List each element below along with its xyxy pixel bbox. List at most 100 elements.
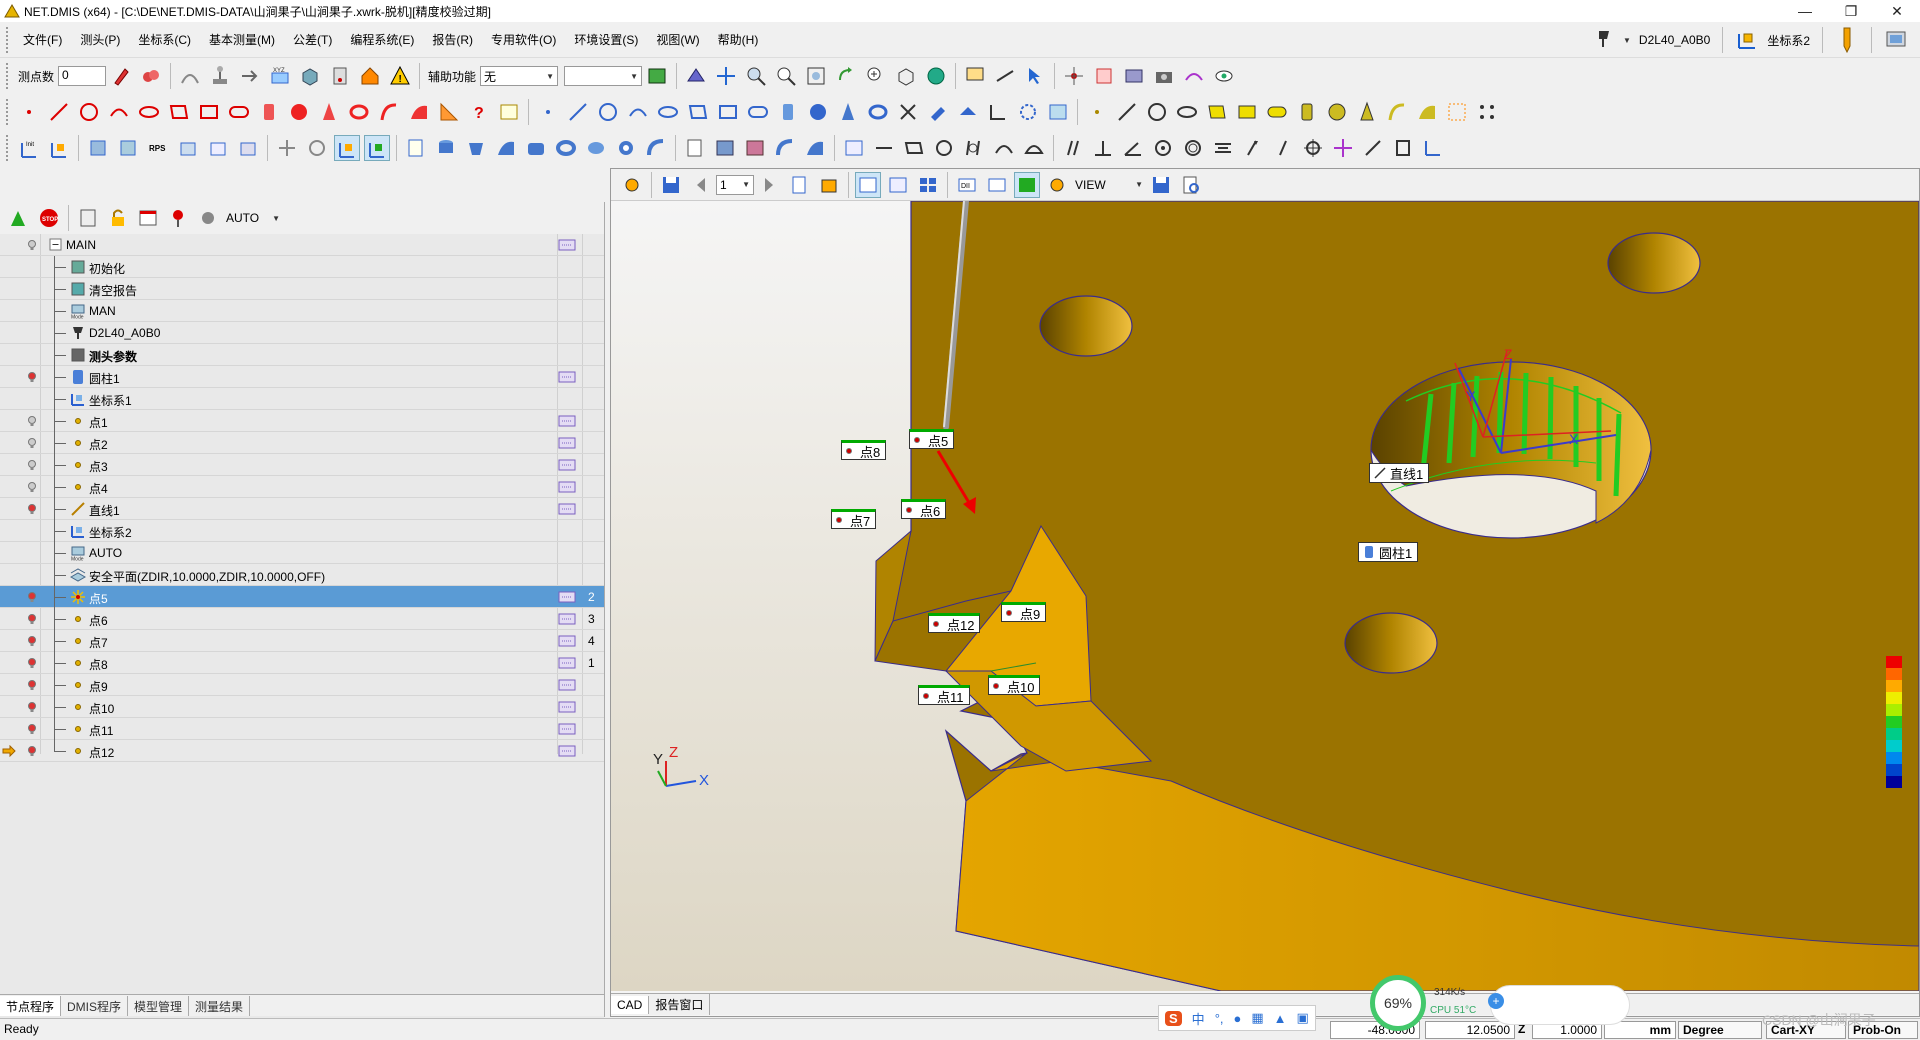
tree-row[interactable]: Mode AUTO [0,542,604,564]
tree-row[interactable]: 坐标系2 [0,520,604,542]
dimension-icon[interactable] [1390,135,1416,161]
report-icon[interactable] [682,135,708,161]
tree-row[interactable]: 测头参数 [0,344,604,366]
breakpoint-bulb-icon[interactable] [25,656,39,670]
lock-icon[interactable] [105,205,131,231]
label-point12[interactable]: 点12 [928,613,981,633]
tab-cad[interactable]: CAD [611,995,650,1014]
simulate-icon[interactable] [1181,63,1207,89]
ime-toolbar[interactable]: S 中 °, ● ▦ ▲ ▣ [1158,1005,1316,1031]
construct-point-icon[interactable] [535,99,561,125]
breakpoint-bulb-icon[interactable] [25,458,39,472]
report-output-icon[interactable] [558,701,576,713]
size-icon[interactable] [1360,135,1386,161]
graphic-report-icon[interactable] [1014,171,1040,198]
cursor-select-icon[interactable] [1022,63,1048,89]
toolbar-grip[interactable] [6,135,10,161]
point-count-input[interactable]: 0 [58,66,107,86]
angularity-icon[interactable] [1120,135,1146,161]
breakpoint-bulb-icon[interactable] [25,744,39,758]
view-layout-icon[interactable] [855,171,881,198]
joystick-icon[interactable] [207,63,233,89]
perpendicularity-icon[interactable] [1090,135,1116,161]
machine-view-icon[interactable] [683,63,709,89]
auto-edge-icon[interactable] [643,135,669,161]
scan-surface-icon[interactable] [802,135,828,161]
cad-sphere-icon[interactable] [1324,99,1350,125]
menu-tolerance[interactable]: 公差(T) [284,30,341,50]
ellipse-feature-icon[interactable] [136,99,162,125]
breakpoint-bulb-icon[interactable] [25,612,39,626]
view-cube-icon[interactable] [893,63,919,89]
window-icon[interactable] [135,205,161,231]
menu-coord[interactable]: 坐标系(C) [129,30,200,50]
construct-sphere-icon[interactable] [805,99,831,125]
stop-icon[interactable]: STOP [36,205,62,231]
construct-intersect-icon[interactable] [895,99,921,125]
report-output-icon[interactable] [558,613,576,625]
program-list-icon[interactable] [75,205,101,231]
csys-list-icon[interactable] [364,135,390,161]
coaxiality-icon[interactable] [1180,135,1206,161]
breakpoint-bulb-icon[interactable] [25,238,39,252]
toolbar-grip[interactable] [6,99,10,125]
breakpoint-bulb-icon[interactable] [25,700,39,714]
tree-row[interactable]: 点3 [0,454,604,476]
circle-feature-icon[interactable] [76,99,102,125]
probe-select-icon[interactable] [1595,29,1613,51]
menu-report[interactable]: 报告(R) [423,30,482,50]
page-select[interactable]: 1 ▼ [716,174,754,195]
rectangle-feature-icon[interactable] [196,99,222,125]
measure-mode-icon[interactable] [644,63,670,89]
secondary-select[interactable]: ▼ [564,66,643,86]
zoom-in-icon[interactable] [863,63,889,89]
slot-feature-icon[interactable] [226,99,252,125]
cad-ellipse-icon[interactable] [1174,99,1200,125]
report-output-icon[interactable] [558,723,576,735]
construct-slot-icon[interactable] [745,99,771,125]
viewport-settings-icon[interactable] [619,172,645,198]
hole-3[interactable] [1344,612,1438,674]
profile-surface-icon[interactable] [1021,135,1047,161]
tree-row[interactable]: 点11 [0,718,604,740]
tree-row[interactable]: MAIN [0,234,604,256]
label-point10[interactable]: 点10 [988,675,1041,695]
construct-best-fit-icon[interactable] [1015,99,1041,125]
plane-feature-icon[interactable] [166,99,192,125]
label-point7[interactable]: 点7 [831,509,877,529]
rps-icon[interactable]: RPS [145,135,171,161]
report-output-icon[interactable] [558,437,576,449]
tree-row[interactable]: 点12 [0,740,604,762]
system-monitor-widget[interactable]: 69% 314K/s CPU 51°C + [1370,975,1630,1037]
move-to-icon[interactable] [237,63,263,89]
total-runout-icon[interactable] [1270,135,1296,161]
tree-row[interactable]: 圆柱1 [0,366,604,388]
tree-row[interactable]: D2L40_A0B0 [0,322,604,344]
cube-icon[interactable] [297,63,323,89]
tree-row[interactable]: 点7 4 [0,630,604,652]
construct-measure-icon[interactable] [955,99,981,125]
point-feature-icon[interactable] [16,99,42,125]
grid-menu-icon[interactable]: ▣ [1297,1010,1309,1026]
label-point9[interactable]: 点9 [1001,602,1047,622]
data-edit-icon[interactable] [984,172,1010,198]
probe-calib-icon[interactable] [327,63,353,89]
probe-path-icon[interactable] [177,63,203,89]
run-icon[interactable] [6,205,32,231]
tree-row[interactable]: 点10 [0,696,604,718]
rotate-csys-icon[interactable] [115,135,141,161]
construct-rect-icon[interactable] [715,99,741,125]
cad-slot-icon[interactable] [1264,99,1290,125]
breakpoint-bulb-icon[interactable] [25,634,39,648]
rotate-icon[interactable] [833,63,859,89]
pencil-icon[interactable] [1835,26,1859,54]
breakpoint-bulb-icon[interactable] [25,722,39,736]
auto-feature-icon[interactable] [403,135,429,161]
close-button[interactable]: ✕ [1874,0,1920,22]
breakpoint-bulb-icon[interactable] [25,436,39,450]
curve-feature-icon[interactable] [376,99,402,125]
minimize-button[interactable]: — [1782,0,1828,22]
label-cylinder1[interactable]: 圆柱1 [1358,542,1419,562]
tree-row[interactable]: Mode MAN [0,300,604,322]
align-icon[interactable] [46,135,72,161]
